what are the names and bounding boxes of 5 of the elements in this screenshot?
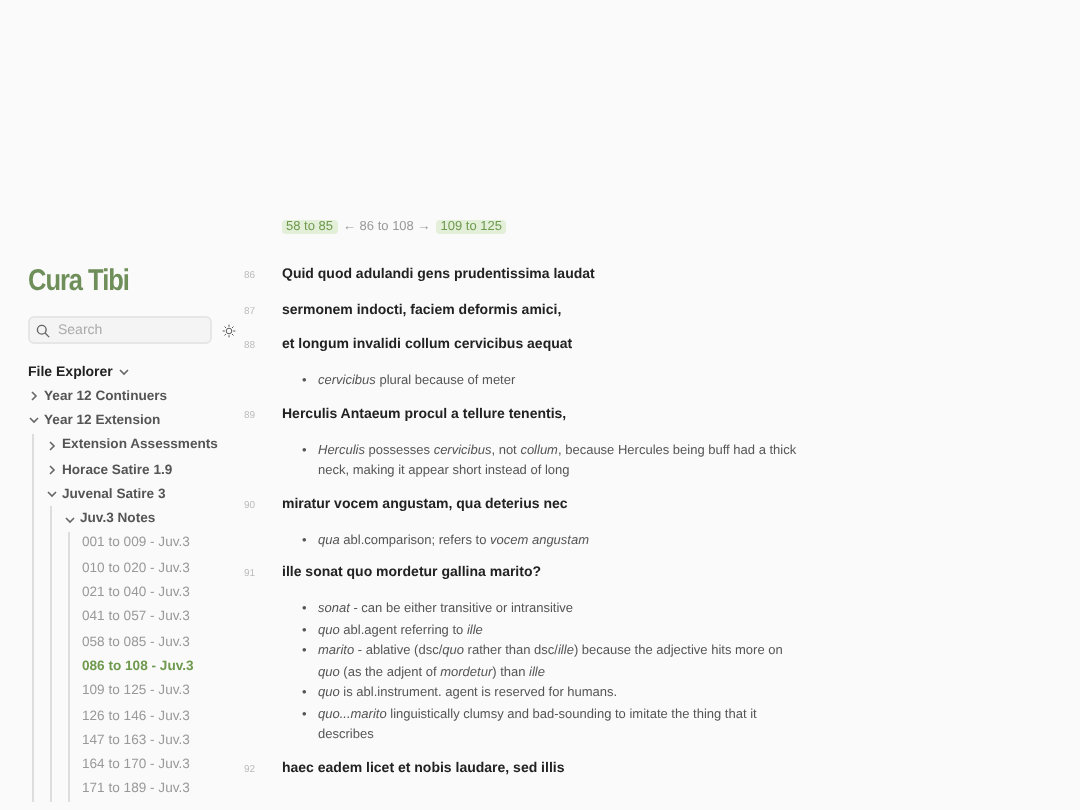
chevron-right-icon xyxy=(28,390,40,403)
chevron-down-icon xyxy=(28,414,40,427)
search-icon xyxy=(36,323,50,337)
app-title: Cura Tibi xyxy=(28,264,131,298)
chevron-down-icon xyxy=(118,366,131,378)
